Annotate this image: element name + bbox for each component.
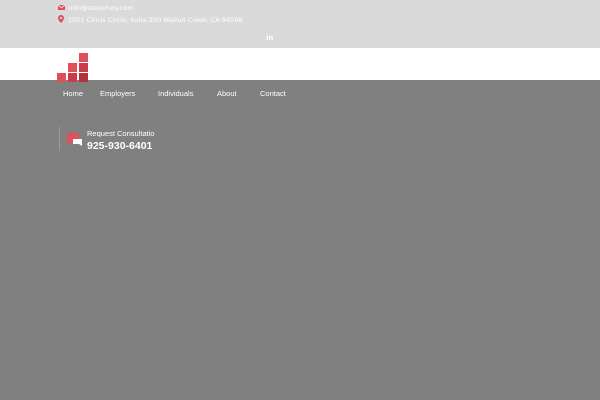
logo-block [79, 73, 88, 82]
logo-block [79, 63, 88, 72]
linkedin-icon[interactable]: in [266, 34, 273, 42]
logo[interactable]: PROČTBY [57, 53, 157, 86]
top-contact-bar: info@stevehwy.com 2021 Citrus Circle, Su… [0, 0, 600, 48]
consultation-phone[interactable]: 925-930-6401 [87, 140, 152, 152]
logo-block [79, 53, 88, 62]
map-pin-icon [58, 15, 64, 25]
address-text: 2021 Citrus Circle, Suite 200 Walnut Cre… [68, 16, 243, 24]
email-contact[interactable]: info@stevehwy.com [57, 4, 134, 12]
logo-block [68, 63, 77, 72]
envelope-icon [57, 4, 66, 12]
email-text: info@stevehwy.com [69, 4, 134, 12]
nav-item-home[interactable]: Home [63, 89, 83, 98]
nav-item-contact[interactable]: Contact [260, 89, 286, 98]
nav-item-about[interactable]: About [217, 89, 237, 98]
consultation-label: Request Consultatio [87, 129, 155, 138]
nav-item-employers[interactable]: Employers [100, 89, 135, 98]
nav-item-individuals[interactable]: Individuals [158, 89, 193, 98]
consultation-block[interactable]: Request Consultatio 925-930-6401 [59, 127, 155, 152]
chat-bubble-icon [67, 132, 83, 151]
logo-block [68, 73, 77, 82]
logo-block [57, 73, 66, 82]
address-contact: 2021 Citrus Circle, Suite 200 Walnut Cre… [58, 15, 243, 25]
logo-text: PROČTBY [97, 73, 160, 83]
